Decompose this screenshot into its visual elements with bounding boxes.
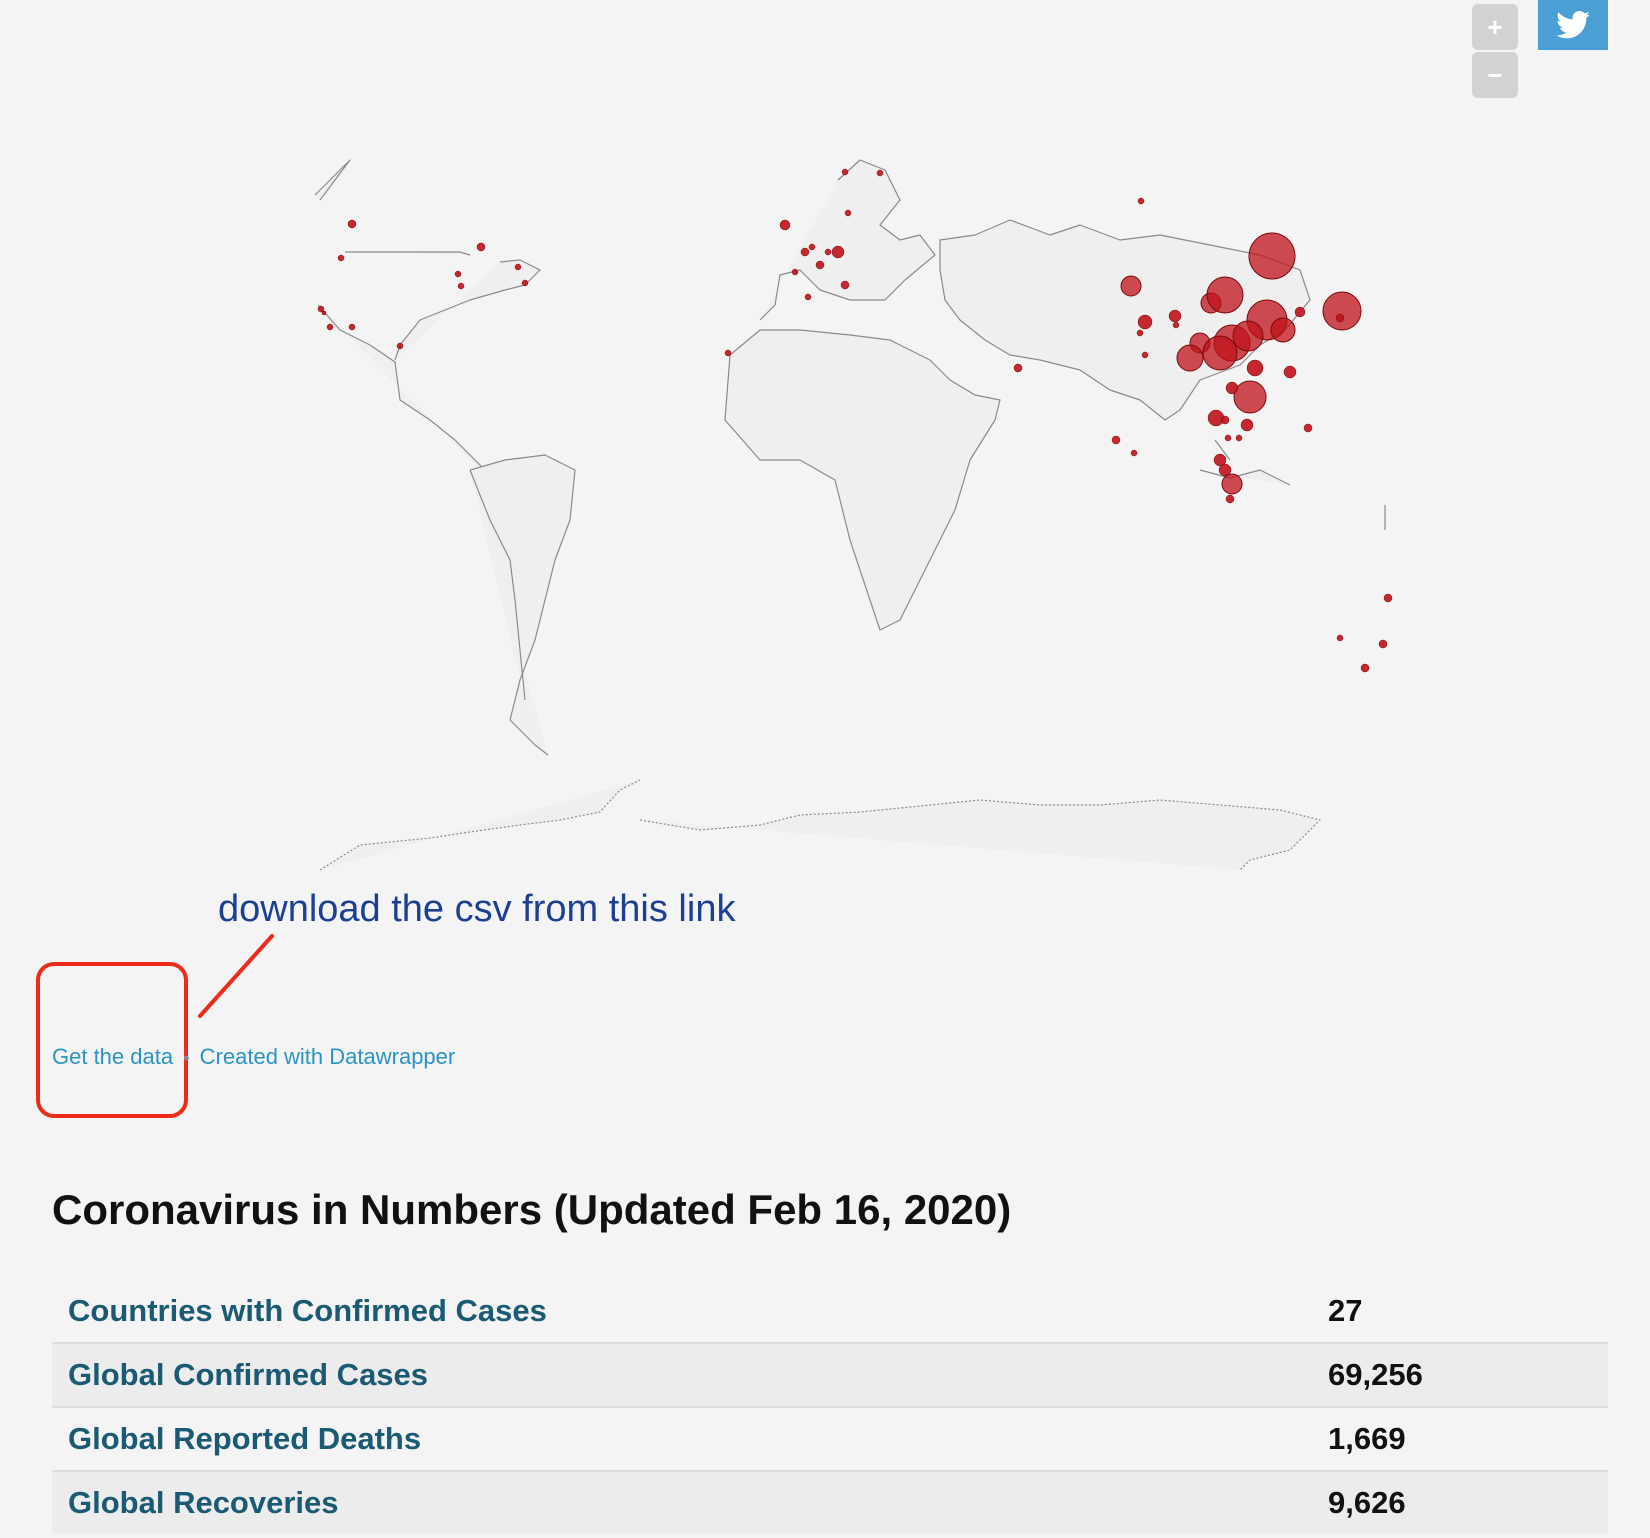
europe-outline bbox=[759, 159, 936, 321]
stats-table: Countries with Confirmed Cases 27 Global… bbox=[52, 1280, 1608, 1534]
case-marker[interactable] bbox=[1202, 335, 1238, 371]
case-marker[interactable] bbox=[1225, 381, 1239, 395]
case-marker[interactable] bbox=[326, 323, 334, 331]
footer-separator: • bbox=[183, 1048, 190, 1068]
table-row: Global Recoveries 9,626 bbox=[52, 1471, 1608, 1534]
case-marker[interactable] bbox=[1248, 232, 1296, 280]
case-marker[interactable] bbox=[1141, 351, 1149, 359]
case-marker[interactable] bbox=[1168, 309, 1182, 323]
africa-outline bbox=[724, 329, 1001, 631]
case-marker[interactable] bbox=[791, 268, 799, 276]
case-marker[interactable] bbox=[476, 242, 486, 252]
south-america-outline bbox=[469, 454, 576, 756]
case-marker[interactable] bbox=[1120, 275, 1142, 297]
case-marker[interactable] bbox=[1240, 418, 1254, 432]
case-marker[interactable] bbox=[1383, 593, 1393, 603]
north-america-outline bbox=[314, 159, 541, 491]
case-marker[interactable] bbox=[521, 279, 529, 287]
table-row: Global Reported Deaths 1,669 bbox=[52, 1407, 1608, 1471]
stat-label: Global Confirmed Cases bbox=[68, 1357, 429, 1392]
case-marker[interactable] bbox=[1137, 314, 1153, 330]
case-marker[interactable] bbox=[1220, 415, 1230, 425]
world-map[interactable] bbox=[0, 90, 1650, 880]
case-marker[interactable] bbox=[841, 168, 849, 176]
case-marker[interactable] bbox=[1294, 306, 1306, 318]
case-marker[interactable] bbox=[1137, 197, 1145, 205]
case-marker[interactable] bbox=[840, 280, 850, 290]
case-marker[interactable] bbox=[348, 323, 356, 331]
zoom-in-button[interactable]: + bbox=[1472, 4, 1518, 50]
case-marker[interactable] bbox=[514, 263, 522, 271]
case-marker[interactable] bbox=[1130, 449, 1138, 457]
annotation-text: download the csv from this link bbox=[218, 888, 736, 930]
case-marker[interactable] bbox=[724, 349, 732, 357]
case-marker[interactable] bbox=[824, 248, 832, 256]
case-marker[interactable] bbox=[1224, 434, 1232, 442]
table-row: Countries with Confirmed Cases 27 bbox=[52, 1280, 1608, 1343]
case-marker[interactable] bbox=[1111, 435, 1121, 445]
case-marker[interactable] bbox=[1270, 317, 1296, 343]
case-marker[interactable] bbox=[1013, 363, 1023, 373]
case-marker[interactable] bbox=[1233, 380, 1267, 414]
case-marker[interactable] bbox=[804, 293, 812, 301]
stat-label: Countries with Confirmed Cases bbox=[68, 1293, 547, 1328]
case-marker[interactable] bbox=[1136, 329, 1144, 337]
stat-value: 9,626 bbox=[1328, 1485, 1406, 1520]
get-the-data-link[interactable]: Get the data bbox=[52, 1044, 173, 1069]
case-marker[interactable] bbox=[800, 247, 810, 257]
case-marker[interactable] bbox=[1360, 663, 1370, 673]
stats-title: Coronavirus in Numbers (Updated Feb 16, … bbox=[52, 1186, 1012, 1233]
case-marker[interactable] bbox=[808, 243, 816, 251]
case-marker[interactable] bbox=[1336, 634, 1344, 642]
case-marker[interactable] bbox=[1206, 276, 1244, 314]
twitter-icon bbox=[1556, 11, 1590, 39]
stat-value: 27 bbox=[1328, 1293, 1363, 1328]
twitter-share-button[interactable] bbox=[1538, 0, 1608, 50]
antarctica-outline bbox=[319, 779, 1321, 871]
created-with-datawrapper-link[interactable]: Created with Datawrapper bbox=[200, 1044, 456, 1069]
case-marker[interactable] bbox=[1172, 321, 1180, 329]
se-asia-outline bbox=[1199, 439, 1291, 486]
case-marker[interactable] bbox=[1303, 423, 1313, 433]
case-marker[interactable] bbox=[831, 245, 845, 259]
case-marker[interactable] bbox=[1225, 494, 1235, 504]
stat-value: 1,669 bbox=[1328, 1421, 1406, 1456]
case-marker[interactable] bbox=[1232, 320, 1264, 352]
stat-value: 69,256 bbox=[1328, 1357, 1423, 1392]
annotation-highlight-box bbox=[36, 962, 188, 1118]
chart-footer: Get the data • Created with Datawrapper bbox=[52, 1044, 455, 1070]
land-masses bbox=[314, 159, 1386, 871]
stat-label: Global Reported Deaths bbox=[68, 1421, 422, 1456]
case-marker[interactable] bbox=[457, 282, 465, 290]
case-marker[interactable] bbox=[876, 169, 884, 177]
case-marker[interactable] bbox=[347, 219, 357, 229]
case-marker[interactable] bbox=[1176, 344, 1204, 372]
case-marker[interactable] bbox=[1221, 473, 1243, 495]
case-marker[interactable] bbox=[321, 310, 327, 316]
case-marker[interactable] bbox=[396, 342, 404, 350]
case-marker[interactable] bbox=[844, 209, 852, 217]
case-marker[interactable] bbox=[1335, 313, 1345, 323]
case-marker[interactable] bbox=[1283, 365, 1297, 379]
stat-label: Global Recoveries bbox=[68, 1485, 339, 1520]
case-marker[interactable] bbox=[1378, 639, 1388, 649]
table-row: Global Confirmed Cases 69,256 bbox=[52, 1343, 1608, 1407]
case-marker[interactable] bbox=[337, 254, 345, 262]
case-marker[interactable] bbox=[779, 219, 791, 231]
case-marker[interactable] bbox=[1235, 434, 1243, 442]
case-marker[interactable] bbox=[1246, 359, 1264, 377]
case-marker[interactable] bbox=[1322, 291, 1362, 331]
case-marker[interactable] bbox=[454, 270, 462, 278]
case-marker[interactable] bbox=[815, 260, 825, 270]
